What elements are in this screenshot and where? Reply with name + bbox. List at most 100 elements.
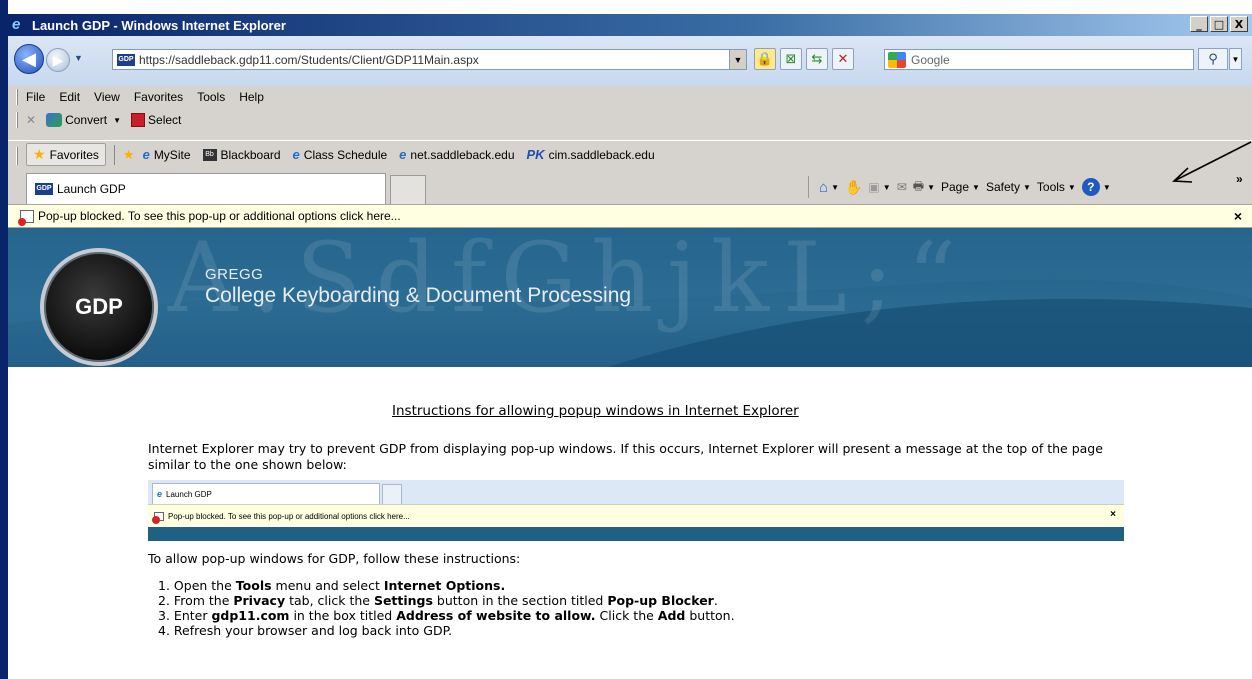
- compatibility-view-icon[interactable]: ⊠: [780, 48, 802, 70]
- step-number: 3.: [158, 608, 170, 623]
- add-to-favorites-icon[interactable]: ★: [123, 147, 135, 163]
- example-screenshot: e Launch GDP Pop-up blocked. To see this…: [148, 480, 1124, 541]
- window-frame-left: [0, 0, 8, 679]
- lock-icon[interactable]: 🔒: [754, 48, 776, 70]
- home-button[interactable]: ⌂ ▼: [819, 179, 839, 196]
- help-icon: ?: [1081, 178, 1100, 196]
- step-text: menu and select: [271, 578, 384, 593]
- step-number: 1.: [158, 578, 170, 593]
- step-item: 4. Refresh your browser and log back int…: [158, 623, 735, 638]
- safety-menu-label: Safety: [985, 180, 1020, 194]
- close-toolbar-icon[interactable]: ✕: [26, 113, 36, 127]
- search-options-dropdown-icon[interactable]: ▼: [1229, 48, 1242, 70]
- recent-pages-dropdown-icon[interactable]: ▼: [74, 53, 83, 63]
- feeds-button[interactable]: ▣ ▼: [868, 180, 890, 194]
- menu-edit[interactable]: Edit: [59, 90, 80, 104]
- address-action-icons: 🔒 ⊠ ⇆ ✕: [754, 48, 854, 70]
- maximize-button[interactable]: □: [1210, 16, 1228, 32]
- step-text: Enter: [173, 608, 212, 623]
- toolbar-grip[interactable]: [16, 89, 18, 105]
- page-content: Instructions for allowing popup windows …: [8, 367, 1252, 679]
- search-input[interactable]: Google: [884, 49, 1194, 70]
- example-infobar-message: Pop-up blocked. To see this pop-up or ad…: [168, 511, 410, 521]
- favorite-link-blackboard[interactable]: Bb Blackboard: [202, 148, 281, 162]
- infobar-message: Pop-up blocked. To see this pop-up or ad…: [38, 209, 401, 223]
- favorites-button[interactable]: ★ Favorites: [26, 143, 106, 166]
- hand-icon[interactable]: ✋: [845, 179, 862, 196]
- chevron-down-icon: ▼: [882, 182, 891, 192]
- chevron-down-icon: ▼: [1022, 182, 1031, 192]
- tools-menu-button[interactable]: Tools ▼: [1037, 180, 1076, 194]
- window-titlebar[interactable]: e Launch GDP - Windows Internet Explorer…: [8, 14, 1252, 36]
- refresh-icon[interactable]: ⇆: [806, 48, 828, 70]
- ie-e-icon: e: [142, 147, 150, 162]
- convert-button[interactable]: Convert: [65, 113, 107, 127]
- gdp-header-banner: A.SdfGhjkL;“ GDP GREGG College Keyboardi…: [8, 228, 1252, 367]
- toolbar-grip[interactable]: [16, 147, 18, 165]
- favorite-link-cim-saddleback[interactable]: PK cim.saddleback.edu: [527, 147, 655, 162]
- internet-explorer-icon: e: [12, 16, 21, 33]
- menu-help[interactable]: Help: [239, 90, 264, 104]
- select-button[interactable]: Select: [148, 113, 181, 127]
- brand-title: College Keyboarding & Document Processin…: [205, 284, 632, 307]
- close-window-button[interactable]: X: [1230, 16, 1248, 32]
- step-item: 1. Open the Tools menu and select Intern…: [158, 578, 735, 593]
- favorites-bar: ★ Favorites ★ e MySite Bb Blackboard e Clas…: [8, 140, 1252, 168]
- step-text: .: [713, 593, 718, 608]
- example-tab-row: e Launch GDP: [148, 480, 1124, 504]
- menu-view[interactable]: View: [94, 90, 120, 104]
- banner-watermark: A.SdfGhjkL;“: [168, 228, 971, 334]
- chevron-down-icon: ▼: [831, 182, 839, 192]
- favorite-link-label: net.saddleback.edu: [410, 147, 515, 162]
- menu-bar: File Edit View Favorites Tools Help: [8, 86, 1252, 108]
- close-infobar-icon[interactable]: ×: [1234, 208, 1242, 224]
- favorite-link-net-saddleback[interactable]: e net.saddleback.edu: [399, 147, 514, 162]
- favorite-link-class-schedule[interactable]: e Class Schedule: [293, 147, 388, 162]
- mail-icon[interactable]: ✉: [897, 180, 907, 194]
- safety-menu-button[interactable]: Safety ▼: [986, 180, 1031, 194]
- tab-title: Launch GDP: [57, 182, 126, 196]
- address-bar[interactable]: GDP https://saddleback.gdp11.com/Student…: [112, 49, 747, 70]
- printer-icon: 🖶: [912, 178, 925, 193]
- window-controls: _ □ X: [1190, 16, 1248, 32]
- stop-icon[interactable]: ✕: [832, 48, 854, 70]
- star-icon: ★: [33, 146, 46, 162]
- favorite-link-mysite[interactable]: e MySite: [143, 147, 191, 162]
- menu-favorites[interactable]: Favorites: [134, 90, 183, 104]
- popup-blocked-infobar[interactable]: Pop-up blocked. To see this pop-up or ad…: [8, 204, 1252, 228]
- convert-dropdown-icon[interactable]: ▼: [113, 116, 121, 125]
- chevron-down-icon: ▼: [927, 182, 935, 192]
- search-placeholder: Google: [911, 52, 950, 67]
- brand-gregg: GREGG: [205, 266, 264, 283]
- instruction-steps: 1. Open the Tools menu and select Intern…: [158, 578, 735, 638]
- step-bold: Tools: [235, 578, 272, 593]
- example-tab: e Launch GDP: [152, 483, 380, 504]
- screen-top-margin: [0, 0, 1252, 14]
- page-menu-button[interactable]: Page ▼: [941, 180, 980, 194]
- menu-tools[interactable]: Tools: [197, 90, 225, 104]
- back-button[interactable]: ◀: [14, 44, 44, 74]
- search-button[interactable]: ⚲: [1198, 48, 1228, 70]
- help-button[interactable]: ? ▼: [1081, 178, 1111, 196]
- example-infobar: Pop-up blocked. To see this pop-up or ad…: [148, 504, 1124, 527]
- toolbar-grip[interactable]: [16, 112, 18, 128]
- print-button[interactable]: 🖶 ▼: [913, 177, 935, 198]
- address-dropdown-icon[interactable]: ▼: [729, 50, 746, 69]
- forward-button[interactable]: ▶: [46, 48, 70, 72]
- step-bold: Pop-up Blocker: [607, 593, 714, 608]
- gdp-logo-text: GDP: [75, 294, 123, 319]
- favorite-link-label: cim.saddleback.edu: [548, 147, 655, 162]
- minimize-button[interactable]: _: [1190, 16, 1208, 32]
- example-banner-strip: [148, 527, 1124, 541]
- example-close-icon: ×: [1110, 509, 1116, 520]
- rss-icon: ▣: [868, 180, 880, 194]
- window-title: Launch GDP - Windows Internet Explorer: [32, 17, 286, 33]
- new-tab-button[interactable]: [390, 175, 426, 204]
- site-favicon-icon: GDP: [35, 183, 53, 195]
- menu-file[interactable]: File: [26, 90, 45, 104]
- tab-launch-gdp[interactable]: GDP Launch GDP: [26, 173, 386, 204]
- separator: [113, 144, 115, 165]
- blackboard-icon: Bb: [202, 148, 217, 161]
- ie-e-icon: e: [157, 489, 163, 499]
- step-text: Refresh your browser and log back into G…: [173, 623, 453, 638]
